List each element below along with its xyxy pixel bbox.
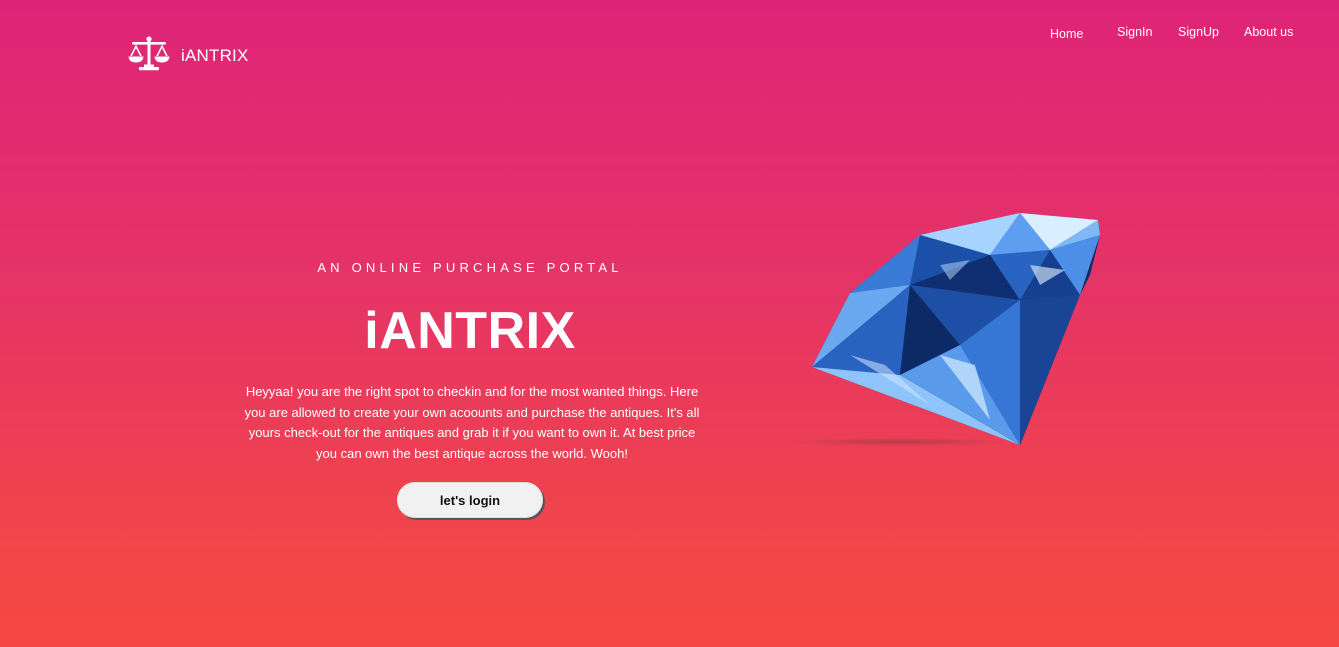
- login-button[interactable]: let's login: [397, 482, 543, 518]
- nav-about-link[interactable]: About us: [1244, 23, 1293, 41]
- diamond-image: [790, 205, 1110, 455]
- brand-link[interactable]: iANTRIX: [127, 36, 249, 72]
- brand-name: iANTRIX: [181, 46, 249, 65]
- nav-home-link[interactable]: Home: [1050, 25, 1083, 43]
- hero-title: iANTRIX: [364, 302, 576, 360]
- balance-scale-icon: [128, 36, 170, 71]
- nav-signin-link[interactable]: SignIn: [1117, 23, 1152, 41]
- nav-signup-link[interactable]: SignUp: [1178, 23, 1219, 41]
- diamond-icon: [790, 213, 1100, 446]
- hero-description: Heyyaa! you are the right spot to checki…: [244, 384, 700, 461]
- landing-page: iANTRIX Home SignIn SignUp About us AN O…: [0, 0, 1339, 647]
- hero-tagline: AN ONLINE PURCHASE PORTAL: [317, 260, 623, 275]
